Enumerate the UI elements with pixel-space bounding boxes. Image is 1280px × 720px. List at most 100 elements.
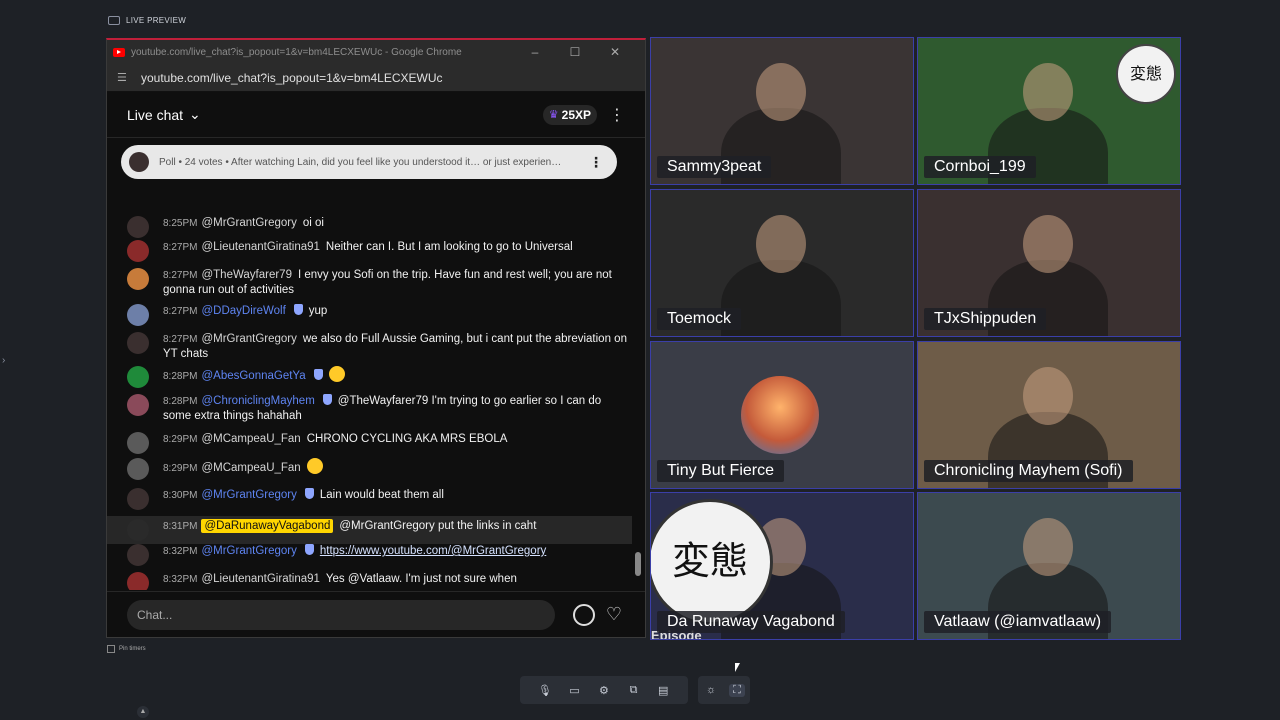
message-time: 8:32PM (163, 574, 198, 585)
message-body: 8:31PM @DaRunawayVagabond @MrGrantGregory … (163, 519, 632, 541)
emoji-picker-icon[interactable] (573, 603, 595, 626)
avatar[interactable] (127, 332, 149, 354)
poll-menu-icon[interactable]: ⋮ (589, 154, 603, 171)
chat-message[interactable]: 8:28PM @ChroniclingMayhem @TheWayfarer79 I… (107, 394, 632, 423)
message-author[interactable]: @MrGrantGregory (201, 489, 296, 501)
pin-timers[interactable]: Pin timers (107, 645, 146, 653)
preview-camera-icon (108, 16, 120, 25)
video-tile[interactable]: Sammy3peat (650, 37, 914, 185)
poll-banner[interactable]: Poll • 24 votes • After watching Lain, d… (121, 145, 617, 179)
person-head (756, 63, 806, 121)
brightness-icon[interactable]: ☼ (703, 684, 719, 696)
mic-icon[interactable]: 🎙 (537, 684, 553, 697)
message-author[interactable]: @AbesGonnaGetYa (201, 370, 305, 382)
chat-message[interactable]: 8:30PM @MrGrantGregory Lain would beat the… (107, 488, 632, 510)
chat-message[interactable]: 8:32PM @LieutenantGiratina91 Yes @Vatlaaw.… (107, 572, 632, 590)
maximize-button[interactable]: ☐ (555, 45, 595, 59)
message-time: 8:27PM (163, 270, 198, 281)
live-chat-title: Live chat (127, 106, 184, 123)
chat-message[interactable]: 8:31PM @DaRunawayVagabond @MrGrantGregory … (107, 516, 632, 544)
message-author[interactable]: @LieutenantGiratina91 (201, 241, 319, 253)
message-author[interactable]: @MrGrantGregory (201, 545, 296, 557)
chat-message[interactable]: 8:27PM @LieutenantGiratina91 Neither can I… (107, 240, 632, 262)
chat-message[interactable]: 8:32PM @MrGrantGregory https://www.youtube… (107, 544, 632, 566)
avatar[interactable] (127, 366, 149, 388)
message-text: yup (308, 305, 328, 317)
focus-icon[interactable]: ⛶ (729, 683, 745, 697)
video-tile[interactable]: Vatlaaw (@iamvatlaaw) (917, 492, 1181, 640)
address-bar[interactable]: ☰ youtube.com/live_chat?is_popout=1&v=bm… (107, 64, 645, 92)
xp-badge[interactable]: ♛ 25XP (542, 104, 597, 125)
chat-message[interactable]: 8:29PM @MCampeaU_Fan CHRONO CYCLING AKA MR… (107, 432, 632, 454)
chat-message-list[interactable]: 8:25PM @MrGrantGregory oi oi 8:27PM @Lieuten… (107, 180, 645, 590)
chat-input[interactable]: Chat... (127, 599, 555, 630)
chat-message[interactable]: 8:29PM @MCampeaU_Fan (107, 458, 632, 480)
avatar[interactable] (127, 544, 149, 566)
message-author[interactable]: @MCampeaU_Fan (201, 462, 300, 474)
message-text: oi oi (302, 217, 324, 229)
message-link[interactable]: https://www.youtube.com/@MrGrantGregory (320, 545, 546, 557)
chat-scrollbar[interactable] (635, 180, 641, 590)
participant-name: Sammy3peat (657, 156, 772, 178)
chat-message[interactable]: 8:27PM @TheWayfarer79 I envy you Sofi on t… (107, 268, 632, 297)
more-options-icon[interactable]: ⋮ (609, 105, 625, 125)
camera-icon[interactable]: ▭ (566, 684, 582, 697)
video-tile[interactable]: Tiny But Fierce (650, 341, 914, 489)
window-titlebar: youtube.com/live_chat?is_popout=1&v=bm4L… (107, 40, 645, 64)
message-author[interactable]: @MCampeaU_Fan (201, 433, 300, 445)
video-tile[interactable]: Chronicling Mayhem (Sofi) (917, 341, 1181, 489)
message-body: 8:27PM @LieutenantGiratina91 Neither can I… (163, 240, 632, 262)
avatar[interactable] (127, 432, 149, 454)
chat-message[interactable]: 8:27PM @DDayDireWolf yup (107, 304, 632, 326)
scrollbar-thumb[interactable] (635, 552, 641, 576)
avatar[interactable] (127, 304, 149, 326)
chat-message[interactable]: 8:28PM @AbesGonnaGetYa (107, 366, 632, 388)
live-chat-dropdown[interactable]: Live chat ⌄ (127, 106, 543, 123)
video-tile[interactable]: 変態 Cornboi_199 (917, 37, 1181, 185)
main-toolbar: 🎙 ▭ ⚙ ⧉ ▤ (520, 676, 688, 704)
message-time: 8:29PM (163, 434, 198, 445)
avatar[interactable] (127, 458, 149, 480)
avatar[interactable] (127, 572, 149, 590)
message-body: 8:28PM @AbesGonnaGetYa (163, 366, 632, 388)
mouse-cursor (735, 663, 740, 672)
chat-message[interactable]: 8:27PM @MrGrantGregory we also do Full Aus… (107, 332, 632, 361)
heart-icon[interactable]: ♡ (603, 604, 625, 625)
video-tile[interactable]: TJxShippuden (917, 189, 1181, 337)
avatar[interactable] (127, 519, 149, 541)
video-tile[interactable]: Toemock (650, 189, 914, 337)
live-preview-label: LIVE PREVIEW (108, 16, 186, 25)
avatar[interactable] (127, 394, 149, 416)
person-head (1023, 63, 1073, 121)
close-button[interactable]: ✕ (595, 45, 635, 59)
avatar[interactable] (127, 216, 149, 238)
settings-icon[interactable]: ⚙ (596, 684, 612, 697)
message-author[interactable]: @DDayDireWolf (201, 305, 285, 317)
pin-timers-checkbox[interactable] (107, 645, 115, 653)
message-author[interactable]: @MrGrantGregory (201, 333, 296, 345)
message-text: Yes @Vatlaaw. I'm just not sure when (325, 573, 517, 585)
expand-up-icon[interactable]: ▲ (137, 706, 149, 718)
message-body: 8:27PM @TheWayfarer79 I envy you Sofi on t… (163, 268, 632, 297)
avatar[interactable] (127, 268, 149, 290)
chat-input-bar: Chat... ♡ (107, 591, 645, 637)
avatar[interactable] (127, 488, 149, 510)
message-author[interactable]: @ChroniclingMayhem (201, 395, 314, 407)
minimize-button[interactable]: – (515, 45, 555, 59)
emoji-icon (328, 366, 345, 382)
video-tile[interactable]: 変態 Episode Da Runaway Vagabond (650, 492, 914, 640)
chat-message[interactable]: 8:25PM @MrGrantGregory oi oi (107, 216, 632, 238)
side-expand-icon[interactable]: › (2, 355, 5, 366)
person-head (1023, 518, 1073, 576)
message-author[interactable]: @TheWayfarer79 (201, 269, 292, 281)
message-body: 8:29PM @MCampeaU_Fan (163, 458, 632, 480)
site-settings-icon[interactable]: ☰ (117, 71, 131, 84)
message-author[interactable]: @MrGrantGregory (201, 217, 296, 229)
layout-icon[interactable]: ▤ (655, 684, 671, 697)
message-author[interactable]: @DaRunawayVagabond (201, 519, 334, 533)
participant-name: Tiny But Fierce (657, 460, 784, 482)
avatar[interactable] (127, 240, 149, 262)
message-author[interactable]: @LieutenantGiratina91 (201, 573, 319, 585)
share-screen-icon[interactable]: ⧉ (626, 684, 642, 697)
message-body: 8:32PM @LieutenantGiratina91 Yes @Vatlaaw.… (163, 572, 632, 590)
